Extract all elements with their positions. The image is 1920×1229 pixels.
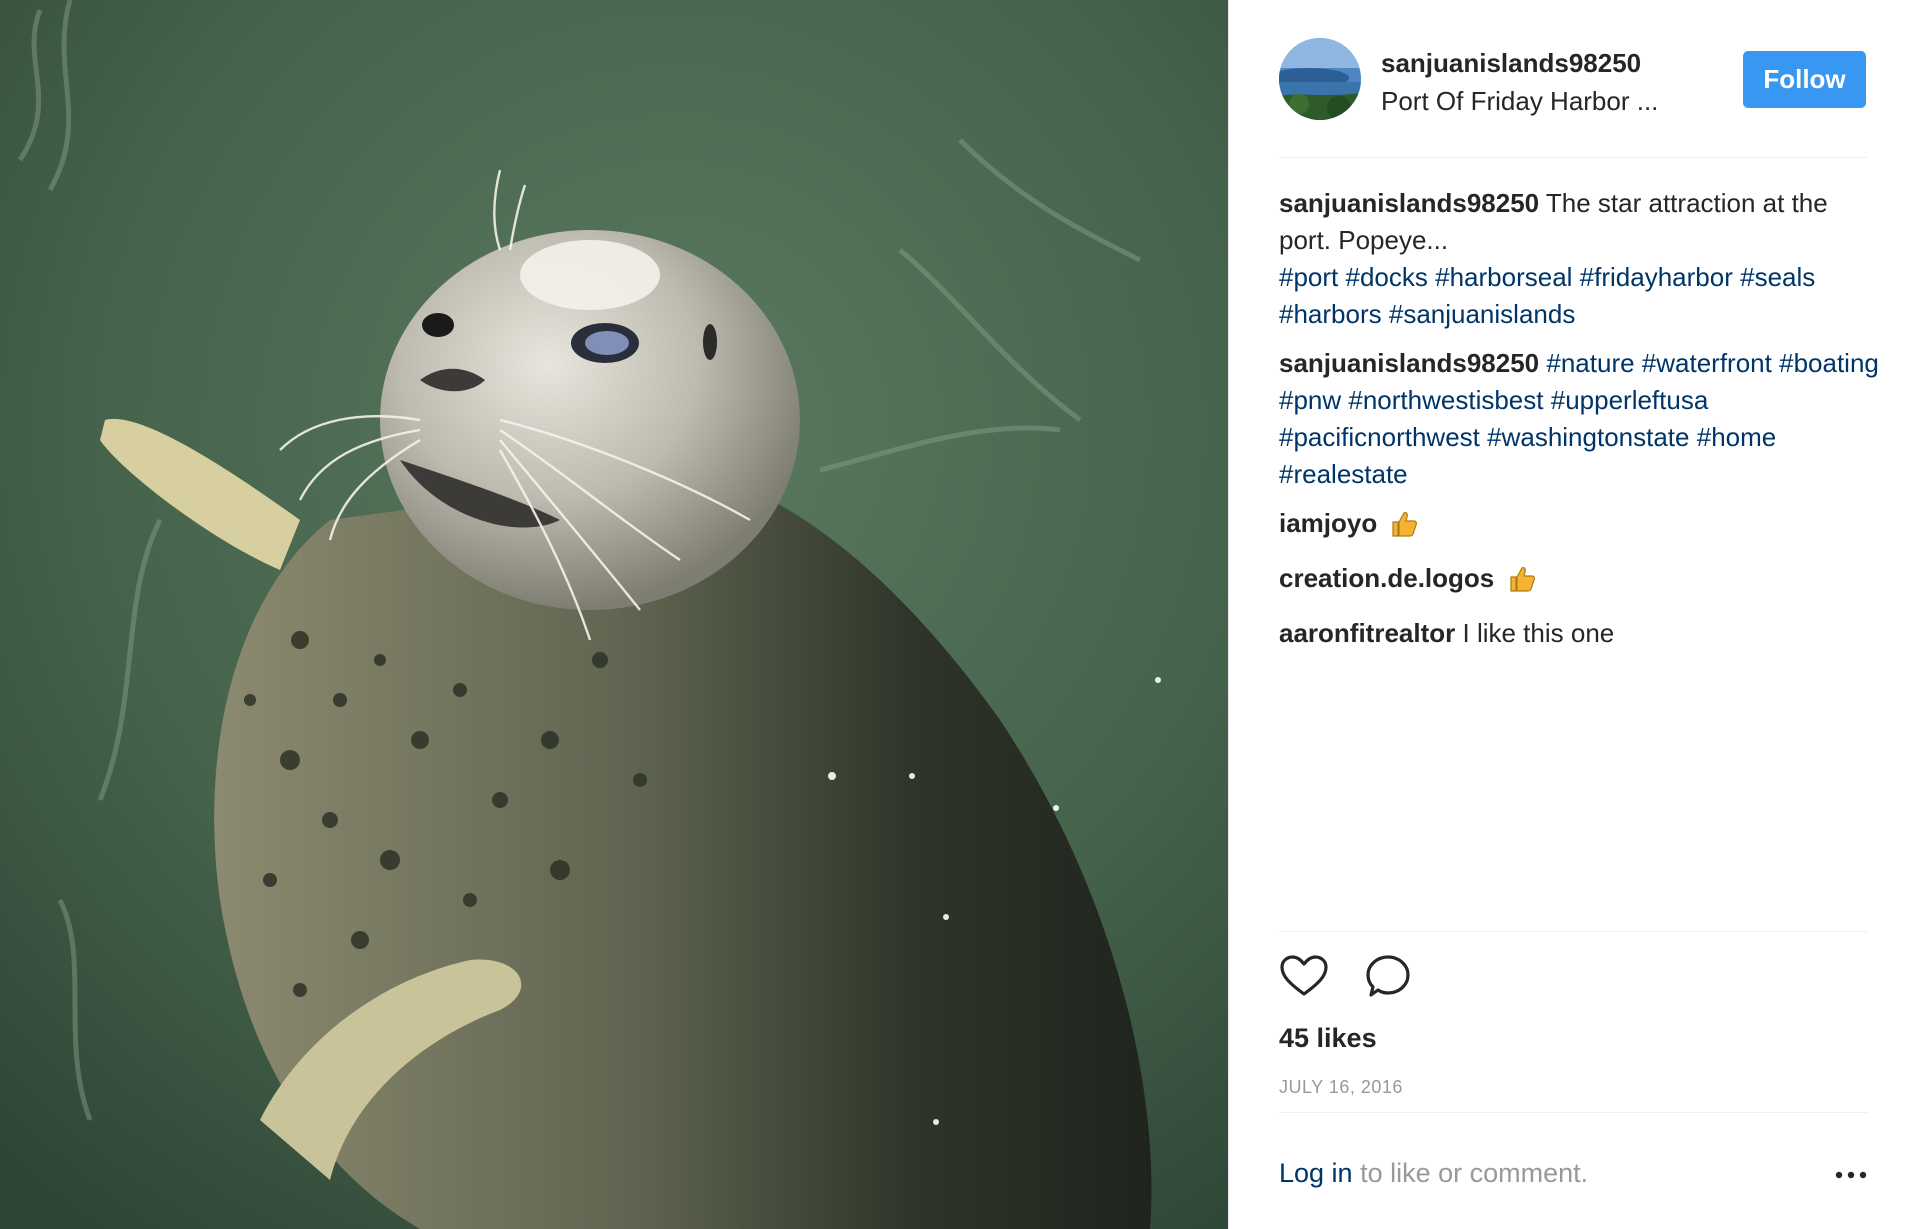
actions-divider <box>1279 931 1867 932</box>
action-bar <box>1279 952 1479 1002</box>
post-photo[interactable] <box>0 0 1228 1229</box>
post-date: JULY 16, 2016 <box>1279 1077 1403 1097</box>
like-heart-icon[interactable] <box>1279 952 1329 1002</box>
hashtag-link[interactable]: #harbors <box>1279 299 1382 329</box>
follow-button[interactable]: Follow <box>1743 51 1866 108</box>
comment-username[interactable]: sanjuanislands98250 <box>1279 348 1539 378</box>
thumbs-up-icon <box>1390 510 1418 548</box>
likes-count[interactable]: 45 likes <box>1279 1023 1377 1054</box>
thumbs-up-icon <box>1508 565 1536 603</box>
comment-item: sanjuanislands98250 The star attraction … <box>1279 185 1879 333</box>
hashtag-link[interactable]: #home <box>1697 422 1777 452</box>
hashtag-link[interactable]: #realestate <box>1279 459 1408 489</box>
comment-item: aaronfitrealtor I like this one <box>1279 615 1879 652</box>
avatar[interactable] <box>1279 38 1361 120</box>
hashtag-link[interactable]: #nature <box>1546 348 1634 378</box>
hashtag-link[interactable]: #harborseal <box>1435 262 1572 292</box>
comment-username[interactable]: aaronfitrealtor <box>1279 618 1455 648</box>
comment-item: creation.de.logos <box>1279 560 1879 603</box>
comment-bubble-icon[interactable] <box>1363 952 1413 1002</box>
hashtag-link[interactable]: #docks <box>1346 262 1428 292</box>
login-prompt-text: to like or comment. <box>1352 1158 1589 1188</box>
hashtag-link[interactable]: #port <box>1279 262 1338 292</box>
login-prompt: Log in to like or comment. <box>1279 1158 1588 1189</box>
hashtag-link[interactable]: #sanjuanislands <box>1389 299 1575 329</box>
hashtag-link[interactable]: #seals <box>1740 262 1815 292</box>
hashtag-link[interactable]: #pnw <box>1279 385 1341 415</box>
hashtag-link[interactable]: #upperleftusa <box>1551 385 1709 415</box>
comments-list: sanjuanislands98250 The star attraction … <box>1279 185 1879 664</box>
comment-username[interactable]: iamjoyo <box>1279 508 1377 538</box>
login-link[interactable]: Log in <box>1279 1158 1353 1188</box>
comment-item: iamjoyo <box>1279 505 1879 548</box>
hashtag-link[interactable]: #northwestisbest <box>1348 385 1543 415</box>
comment-username[interactable]: creation.de.logos <box>1279 563 1494 593</box>
hashtag-link[interactable]: #waterfront <box>1642 348 1772 378</box>
post-sidebar: sanjuanislands98250 Port Of Friday Harbo… <box>1228 0 1920 1229</box>
avatar-landscape-image <box>1279 38 1361 120</box>
comment-item: sanjuanislands98250 #nature #waterfront … <box>1279 345 1879 493</box>
header-divider <box>1279 157 1867 158</box>
harbor-seal-image <box>0 0 1228 1229</box>
more-options-icon[interactable] <box>1831 1160 1871 1190</box>
hashtag-link[interactable]: #boating <box>1779 348 1879 378</box>
comment-text: I like this one <box>1462 618 1615 648</box>
hashtag-link[interactable]: #washingtonstate <box>1487 422 1689 452</box>
owner-username[interactable]: sanjuanislands98250 <box>1381 48 1641 79</box>
hashtag-link[interactable]: #pacificnorthwest <box>1279 422 1480 452</box>
footer-divider <box>1279 1112 1867 1113</box>
comment-username[interactable]: sanjuanislands98250 <box>1279 188 1539 218</box>
hashtag-link[interactable]: #fridayharbor <box>1580 262 1733 292</box>
post-location[interactable]: Port Of Friday Harbor ... <box>1381 86 1658 117</box>
